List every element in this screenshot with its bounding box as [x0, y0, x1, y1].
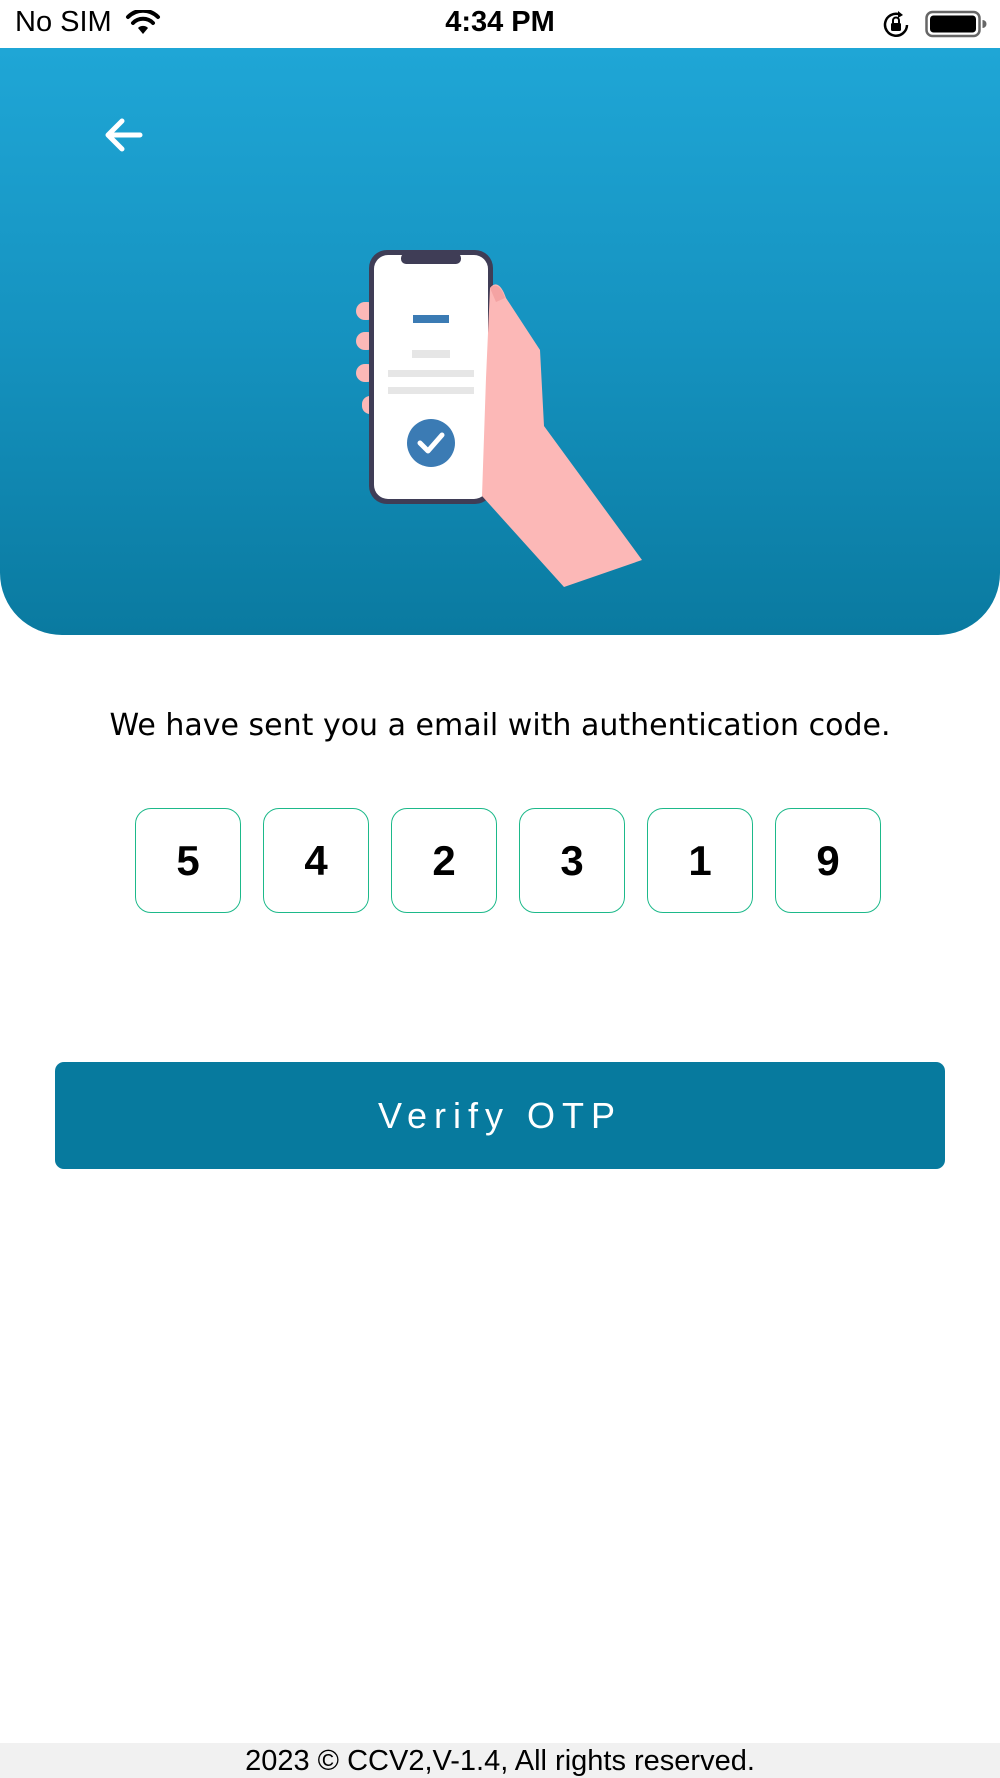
otp-verification-screen: No SIM 4:34 PM We have sent you a email …	[0, 0, 1000, 1778]
otp-message: We have sent you a email with authentica…	[109, 708, 891, 743]
otp-digit-4[interactable]: 3	[519, 808, 625, 913]
otp-digit-5[interactable]: 1	[647, 808, 753, 913]
otp-input-group: 5 4 2 3 1 9	[135, 808, 885, 915]
otp-digit-1[interactable]: 5	[135, 808, 241, 913]
otp-digit-2[interactable]: 4	[263, 808, 369, 913]
status-bar: No SIM 4:34 PM	[0, 0, 1000, 48]
verify-otp-button[interactable]: Verify OTP	[55, 1062, 945, 1169]
header-banner	[0, 48, 1000, 635]
status-time: 4:34 PM	[445, 6, 555, 38]
back-arrow-icon[interactable]	[96, 110, 156, 160]
otp-digit-3[interactable]: 2	[391, 808, 497, 913]
battery-icon	[925, 10, 987, 38]
footer-copyright: 2023 © CCV2,V-1.4, All rights reserved.	[0, 1743, 1000, 1778]
orientation-lock-icon	[883, 11, 909, 37]
otp-digit-6[interactable]: 9	[775, 808, 881, 913]
hand-holding-phone-illustration	[356, 250, 642, 587]
